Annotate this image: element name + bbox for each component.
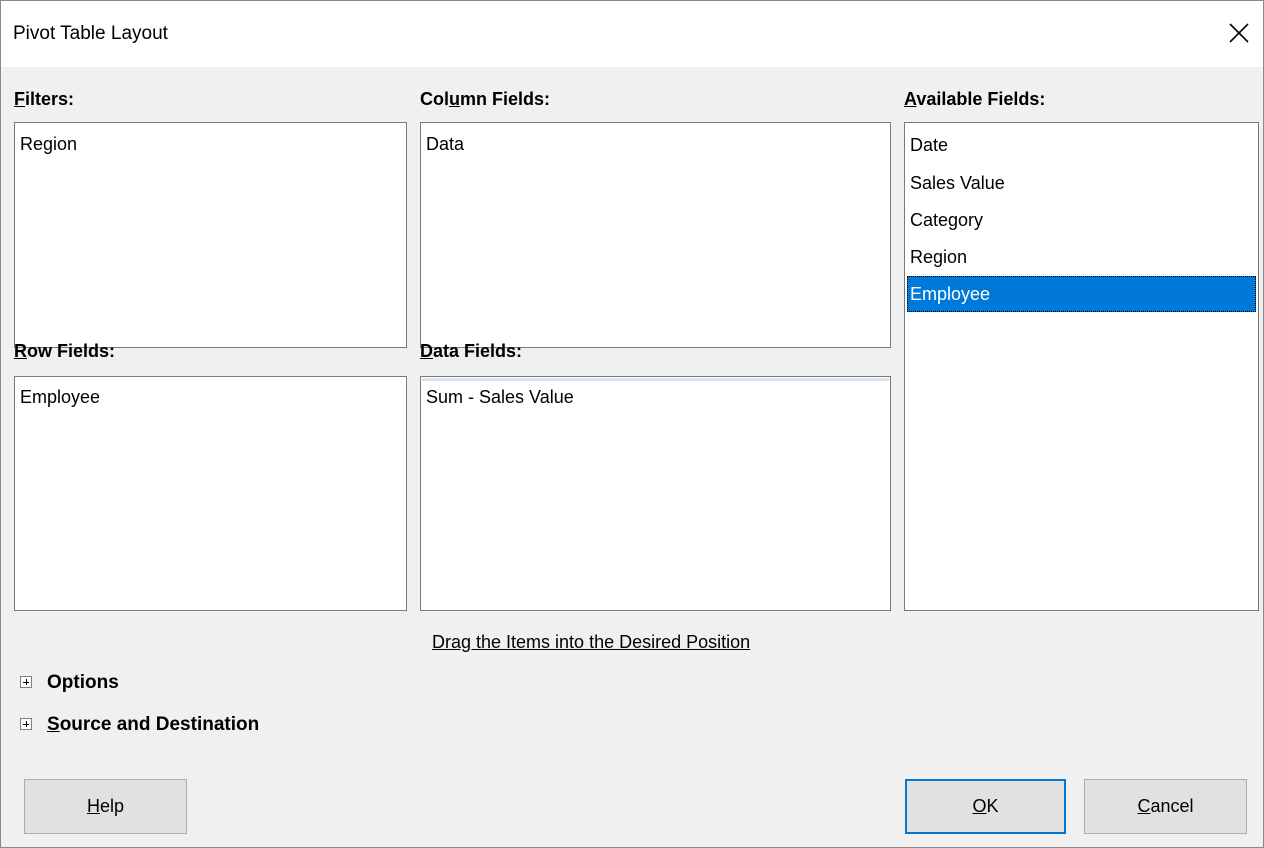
cancel-button[interactable]: Cancel — [1084, 779, 1247, 834]
options-expander-label: Options — [47, 672, 119, 693]
data-fields-label: Data Fields: — [420, 341, 523, 361]
plus-box-icon — [20, 676, 32, 688]
title-bar: Pivot Table Layout — [1, 1, 1263, 67]
available-fields-list[interactable]: Date Sales Value Category Region Employe… — [904, 122, 1259, 611]
column-fields-label: Column Fields: — [420, 89, 551, 109]
available-field-sales-value[interactable]: Sales Value — [907, 165, 1256, 201]
ok-button[interactable]: OK — [905, 779, 1066, 834]
column-fields-list[interactable]: Data — [420, 122, 891, 348]
row-fields-item-employee[interactable]: Employee — [20, 384, 100, 410]
filters-item-region[interactable]: Region — [20, 131, 77, 157]
column-fields-item-data[interactable]: Data — [426, 131, 464, 157]
dialog-title: Pivot Table Layout — [13, 23, 168, 44]
data-fields-list[interactable]: Sum - Sales Value — [420, 376, 891, 611]
data-fields-focus-line — [422, 378, 889, 381]
filters-label: Filters: — [14, 89, 75, 109]
plus-box-icon — [20, 718, 32, 730]
row-fields-list[interactable]: Employee — [14, 376, 407, 611]
available-field-category[interactable]: Category — [907, 202, 1256, 238]
drag-hint-text: Drag the Items into the Desired Position — [432, 632, 751, 652]
data-fields-item-sum-sales-value[interactable]: Sum - Sales Value — [426, 384, 574, 410]
available-field-region[interactable]: Region — [907, 239, 1256, 275]
pivot-table-layout-dialog: Pivot Table Layout Filters: Region Colum… — [0, 0, 1264, 848]
source-destination-expander-label: Source and Destination — [47, 714, 260, 735]
close-icon — [1229, 23, 1249, 43]
close-button[interactable] — [1217, 11, 1263, 57]
available-field-employee[interactable]: Employee — [907, 276, 1256, 312]
help-button[interactable]: Help — [24, 779, 187, 834]
filters-list[interactable]: Region — [14, 122, 407, 348]
available-fields-label: Available Fields: — [904, 89, 1046, 109]
row-fields-label: Row Fields: — [14, 341, 116, 361]
available-field-date[interactable]: Date — [907, 127, 1256, 163]
